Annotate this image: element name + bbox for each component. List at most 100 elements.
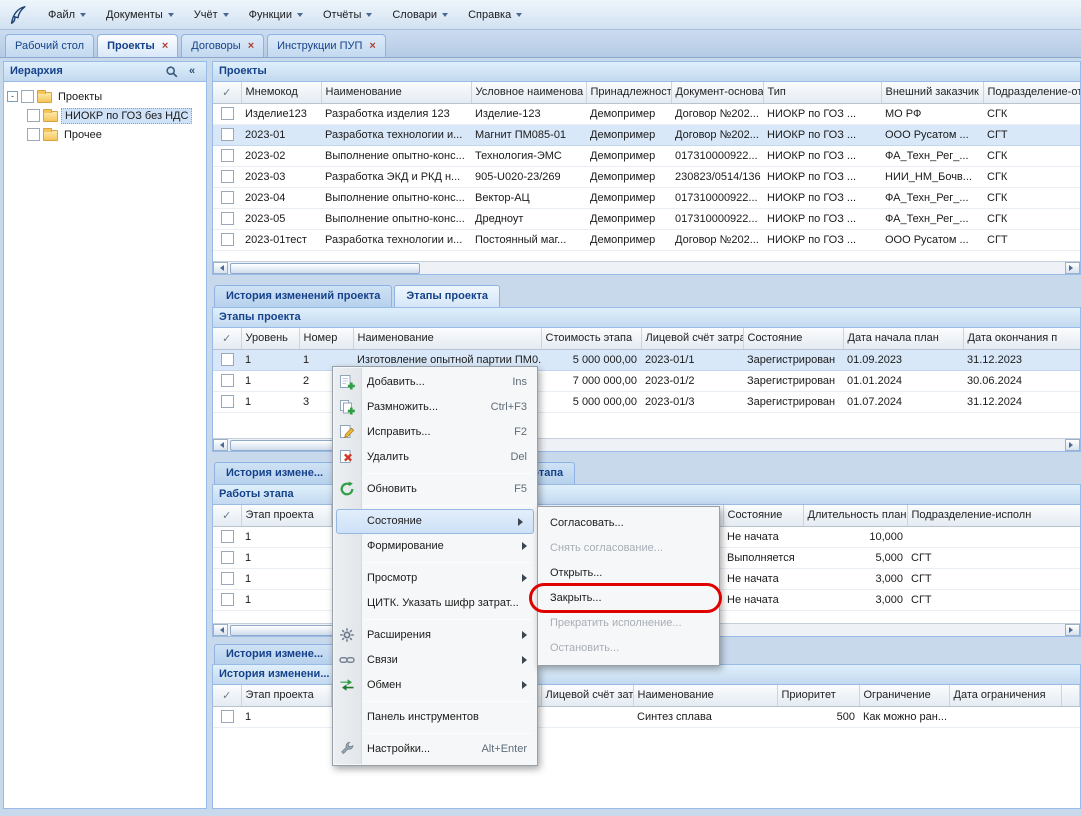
menu-item-extensions[interactable]: Расширения [333,623,537,648]
scroll-right-button[interactable] [1065,439,1080,451]
row-checkbox[interactable] [221,530,234,543]
tree-item-label[interactable]: Проекты [55,90,105,104]
row-checkbox[interactable] [221,593,234,606]
grid-row[interactable]: 2023-03Разработка ЭКД и РКД н...905-U020… [213,166,1080,187]
scroll-left-button[interactable] [213,262,228,274]
tab-projects[interactable]: Проекты× [97,34,178,57]
menu-item-edit[interactable]: Исправить...F2 [333,420,537,445]
tree-checkbox[interactable] [27,109,40,122]
select-all-checkbox[interactable]: ✓ [213,685,241,706]
tree-item-label[interactable]: НИОКР по ГОЗ без НДС [61,108,192,124]
tree-item-niokr-goz-without-vat[interactable]: НИОКР по ГОЗ без НДС [7,106,203,125]
tree-item-other[interactable]: Прочее [7,125,203,144]
column-header[interactable]: Наименование [353,328,541,349]
column-header[interactable]: Стоимость этапа [541,328,641,349]
close-icon[interactable]: × [248,41,254,52]
menubar-item-accounting[interactable]: Учёт [184,4,239,26]
grid-row[interactable]: 2023-04Выполнение опытно-конс...Вектор-А… [213,187,1080,208]
grid-row[interactable]: 2023-05Выполнение опытно-конс...Дредноут… [213,208,1080,229]
column-header[interactable]: Длительность план [803,505,907,526]
tree-checkbox[interactable] [27,128,40,141]
column-header[interactable]: Условное наименова [471,82,586,103]
subtab-project-history[interactable]: История изменений проекта [214,285,392,307]
menubar-item-help[interactable]: Справка [458,4,532,26]
menu-item-refresh[interactable]: ОбновитьF5 [333,477,537,502]
scroll-left-button[interactable] [213,624,228,636]
menubar-item-documents[interactable]: Документы [96,4,184,26]
grid-row[interactable]: 2023-02Выполнение опытно-конс...Технолог… [213,145,1080,166]
menubar-item-dictionaries[interactable]: Словари [382,4,458,26]
column-header[interactable]: Ограничение [859,685,949,706]
menu-item-toolbar-panel[interactable]: Панель инструментов [333,705,537,730]
tree-item-projects-root[interactable]: - Проекты [7,87,203,106]
column-header[interactable]: Лицевой счёт затрат [641,328,743,349]
column-header[interactable]: Уровень [241,328,299,349]
close-icon[interactable]: × [369,41,375,52]
column-header[interactable]: Принадлежность [586,82,671,103]
row-checkbox[interactable] [221,149,234,162]
scrollbar-thumb[interactable] [230,263,420,274]
search-icon[interactable] [164,64,180,80]
row-checkbox[interactable] [221,710,234,723]
subtab-work-history[interactable]: История измене... [214,644,335,664]
horizontal-scrollbar[interactable] [213,261,1080,274]
column-header[interactable]: Этап проекта [241,685,331,706]
column-header[interactable]: Состояние [723,505,803,526]
row-checkbox[interactable] [221,233,234,246]
column-header[interactable]: Дата окончания п [963,328,1080,349]
menu-item-citk-cost-code[interactable]: ЦИТК. Указать шифр затрат... [333,591,537,616]
column-header[interactable]: Внешний заказчик [881,82,983,103]
menu-item-settings[interactable]: Настройки...Alt+Enter [333,737,537,762]
column-header[interactable]: Подразделение-от [983,82,1080,103]
row-checkbox[interactable] [221,374,234,387]
column-header[interactable]: Наименование [321,82,471,103]
row-checkbox[interactable] [221,395,234,408]
select-all-checkbox[interactable]: ✓ [213,328,241,349]
menubar-item-functions[interactable]: Функции [239,4,313,26]
column-header[interactable]: Этап проекта [241,505,331,526]
row-checkbox[interactable] [221,191,234,204]
grid-row[interactable]: Изделие123Разработка изделия 123Изделие-… [213,103,1080,124]
row-checkbox[interactable] [221,551,234,564]
select-all-checkbox[interactable]: ✓ [213,505,241,526]
column-header[interactable]: Подразделение-исполн [907,505,1080,526]
grid-row[interactable]: 2023-01тестРазработка технологии и...Пос… [213,229,1080,250]
row-checkbox[interactable] [221,353,234,366]
tab-contracts[interactable]: Договоры× [181,34,264,57]
column-header[interactable]: Приоритет [777,685,859,706]
row-checkbox[interactable] [221,212,234,225]
menubar-item-reports[interactable]: Отчёты [313,4,382,26]
column-header[interactable]: Мнемокод [241,82,321,103]
menu-item-duplicate[interactable]: Размножить...Ctrl+F3 [333,395,537,420]
menu-item-approve[interactable]: Согласовать... [538,511,719,536]
menu-item-links[interactable]: Связи [333,648,537,673]
row-checkbox[interactable] [221,128,234,141]
select-all-checkbox[interactable]: ✓ [213,82,241,103]
menu-item-state[interactable]: Состояние [336,509,534,534]
column-header[interactable]: Лицевой счёт затр [541,685,633,706]
menu-item-delete[interactable]: УдалитьDel [333,445,537,470]
menu-item-add[interactable]: Добавить...Ins [333,370,537,395]
tree-item-label[interactable]: Прочее [61,128,105,142]
column-header[interactable]: Дата начала план [843,328,963,349]
row-checkbox[interactable] [221,170,234,183]
menu-item-formation[interactable]: Формирование [333,534,537,559]
grid-row[interactable]: 2023-01Разработка технологии и...Магнит … [213,124,1080,145]
tab-desktop[interactable]: Рабочий стол [5,34,94,57]
subtab-project-stages[interactable]: Этапы проекта [394,285,500,307]
subtab-stage-history[interactable]: История измене... [214,462,335,484]
menubar-item-file[interactable]: Файл [38,4,96,26]
tab-pup-instructions[interactable]: Инструкции ПУП× [267,34,386,57]
column-header[interactable]: Состояние [743,328,843,349]
column-header[interactable]: Дата ограничения [949,685,1061,706]
scroll-left-button[interactable] [213,439,228,451]
scroll-right-button[interactable] [1065,262,1080,274]
close-icon[interactable]: × [162,41,168,52]
menu-item-exchange[interactable]: Обмен [333,673,537,698]
column-header[interactable]: Тип [763,82,881,103]
tree-checkbox[interactable] [21,90,34,103]
scroll-right-button[interactable] [1065,624,1080,636]
tree-expander-icon[interactable]: - [7,91,18,102]
row-checkbox[interactable] [221,572,234,585]
column-header[interactable]: Номер [299,328,353,349]
